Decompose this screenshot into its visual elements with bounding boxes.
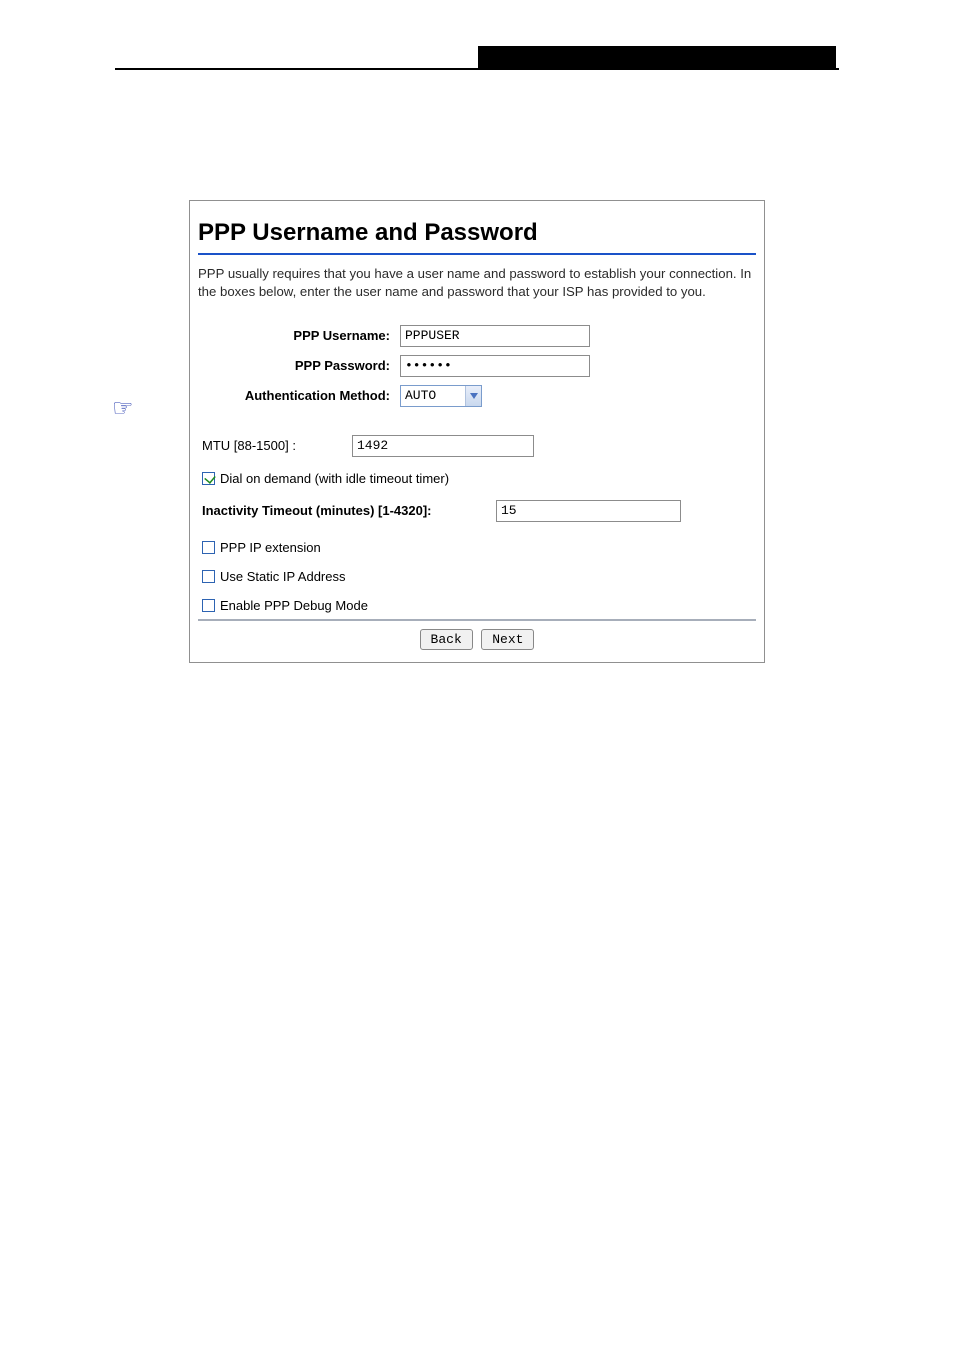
use-static-ip-label: Use Static IP Address [220, 569, 346, 584]
enable-ppp-debug-checkbox[interactable] [202, 599, 215, 612]
ppp-ip-extension-checkbox[interactable] [202, 541, 215, 554]
password-input[interactable] [400, 355, 590, 377]
mtu-input[interactable] [352, 435, 534, 457]
title-rule [198, 253, 756, 255]
password-label: PPP Password: [202, 358, 400, 373]
footer-rule [198, 619, 756, 621]
description-text: PPP usually requires that you have a use… [198, 265, 756, 301]
header-black-bar [478, 46, 836, 68]
page-title: PPP Username and Password [198, 219, 756, 247]
inactivity-timeout-input[interactable] [496, 500, 681, 522]
auth-method-label: Authentication Method: [202, 388, 400, 403]
header-rule [115, 68, 839, 70]
dial-on-demand-label: Dial on demand (with idle timeout timer) [220, 471, 449, 486]
back-button[interactable]: Back [420, 629, 473, 650]
enable-ppp-debug-label: Enable PPP Debug Mode [220, 598, 368, 613]
auth-method-select[interactable]: AUTO [400, 385, 482, 407]
ppp-ip-extension-label: PPP IP extension [220, 540, 321, 555]
config-panel: PPP Username and Password PPP usually re… [189, 200, 765, 663]
username-input[interactable] [400, 325, 590, 347]
pointer-hand-icon: ☞ [112, 394, 134, 423]
inactivity-timeout-label: Inactivity Timeout (minutes) [1-4320]: [202, 503, 496, 518]
mtu-label: MTU [88-1500] : [202, 438, 352, 453]
chevron-down-icon [465, 386, 481, 406]
auth-method-value: AUTO [405, 388, 436, 403]
username-label: PPP Username: [202, 328, 400, 343]
use-static-ip-checkbox[interactable] [202, 570, 215, 583]
next-button[interactable]: Next [481, 629, 534, 650]
dial-on-demand-checkbox[interactable] [202, 472, 215, 485]
